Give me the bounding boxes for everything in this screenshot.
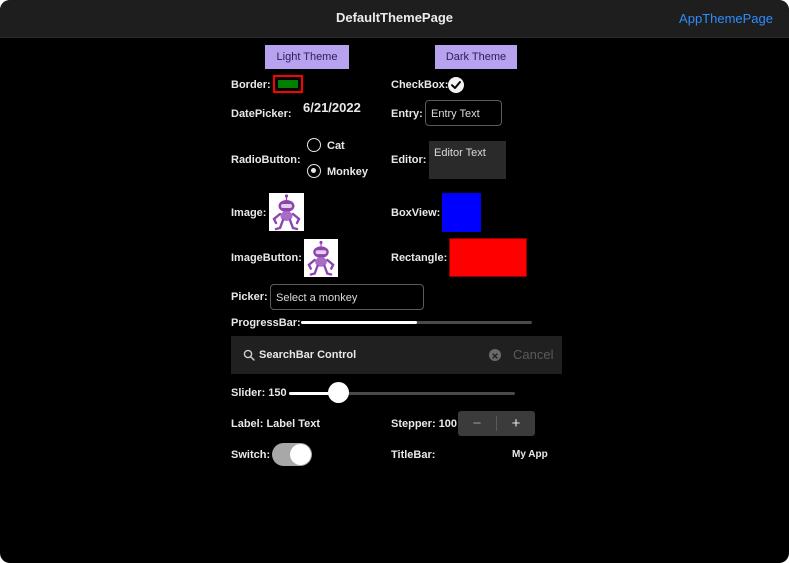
app-window: DefaultThemePage AppThemePage Light Them… [0,0,789,563]
switch-toggle[interactable] [272,443,312,466]
titlebar-title: My App [512,449,548,460]
boxview [442,193,481,232]
border-content [278,80,298,88]
slider-track[interactable] [289,392,515,395]
border-label: Border: [231,79,271,91]
progressbar-label: ProgressBar: [231,317,301,329]
datepicker-control[interactable]: 6/21/2022 [303,100,361,115]
dark-theme-button[interactable]: Dark Theme [435,45,517,69]
border-control [273,75,303,93]
radio-monkey-label: Monkey [327,166,368,178]
progress-fill [301,321,417,324]
image-label: Image: [231,207,267,219]
close-icon [492,353,498,359]
checkbox-label: CheckBox: [391,79,449,91]
imagebutton-label: ImageButton: [231,252,302,264]
search-bar: SearchBar Control Cancel [231,336,562,374]
search-icon [243,349,255,361]
radiobutton-label: RadioButton: [231,154,301,166]
window-title: DefaultThemePage [335,10,454,25]
rectangle-label: Rectangle: [391,252,448,264]
boxview-label: BoxView: [391,207,441,219]
clear-search-icon[interactable] [489,349,501,361]
app-theme-page-link[interactable]: AppThemePage [679,11,773,26]
window-titlebar: DefaultThemePage AppThemePage [0,0,789,38]
robot-icon [272,194,301,231]
stepper-increment-button[interactable]: + [497,411,535,436]
stepper-control: − + [458,411,535,436]
switch-label: Switch: [231,449,271,461]
search-cancel-button[interactable]: Cancel [513,347,553,362]
stepper-decrement-button[interactable]: − [458,411,496,436]
monkey-picker[interactable]: Select a monkey [270,284,424,310]
checkbox-control[interactable] [448,77,464,93]
checkmark-icon [451,81,461,89]
light-theme-button[interactable]: Light Theme [265,45,349,69]
switch-knob [290,444,311,465]
radio-cat-label: Cat [327,140,345,152]
rectangle-shape [449,238,527,277]
stepper-label: Stepper: 100 [391,418,458,430]
slider-thumb[interactable] [328,382,349,403]
entry-label: Entry: [391,108,423,120]
entry-field[interactable]: Entry Text [425,100,502,126]
radio-cat[interactable] [307,138,321,152]
image-button[interactable] [304,239,338,277]
slider-label: Slider: 150 [231,387,287,399]
progress-bar [301,321,532,324]
editor-label: Editor: [391,154,427,166]
search-input[interactable]: SearchBar Control [259,349,356,361]
label-text: Label: Label Text [231,418,321,430]
picker-label: Picker: [231,291,268,303]
radio-monkey[interactable] [307,164,321,178]
titlebar-label: TitleBar: [391,449,436,461]
editor-field[interactable]: Editor Text [429,141,506,179]
dotnet-bot-image [269,193,304,231]
robot-icon [307,240,335,276]
datepicker-label: DatePicker: [231,108,292,120]
